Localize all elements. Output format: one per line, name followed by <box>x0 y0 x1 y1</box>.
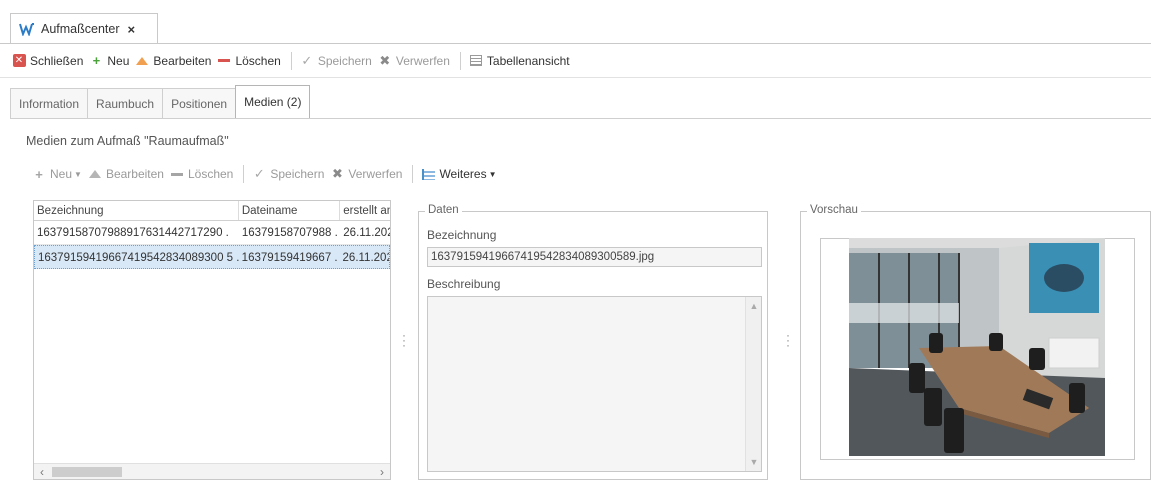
plus-icon: + <box>92 53 101 68</box>
close-icon[interactable]: × <box>128 22 136 37</box>
scroll-left-icon[interactable]: ‹ <box>34 464 50 479</box>
chevron-down-icon: ▼ <box>74 169 82 179</box>
scroll-down-icon[interactable]: ▼ <box>746 457 762 467</box>
close-button[interactable]: ✕ Schließen <box>10 49 87 73</box>
description-textarea[interactable]: ▲ ▼ <box>427 296 762 472</box>
minus-icon <box>170 167 184 181</box>
new-button[interactable]: + Neu <box>87 49 133 73</box>
tab-raumbuch[interactable]: Raumbuch <box>87 88 164 118</box>
edit-button[interactable]: Bearbeiten <box>133 49 215 73</box>
more-button[interactable]: Weiteres ▼ <box>419 162 500 186</box>
splitter-handle[interactable]: · · · <box>785 329 791 351</box>
delete-button[interactable]: Löschen <box>215 49 284 73</box>
column-header-erstellt-an[interactable]: erstellt an <box>340 201 390 220</box>
column-header-dateiname[interactable]: Dateiname <box>239 201 341 220</box>
media-new-button[interactable]: + Neu ▼ <box>30 162 86 186</box>
vertical-scrollbar[interactable]: ▲ ▼ <box>745 297 761 471</box>
table-row[interactable]: 16379158707988917631442717290 . 16379158… <box>34 221 390 245</box>
data-group-title: Daten <box>425 204 462 216</box>
tab-information[interactable]: Information <box>10 88 89 118</box>
detail-tabs: Information Raumbuch Positionen Medien (… <box>10 85 311 118</box>
discard-x-icon: ✖ <box>331 166 343 181</box>
more-list-icon <box>421 167 435 181</box>
media-edit-button[interactable]: Bearbeiten <box>86 162 168 186</box>
table-row-selected[interactable]: 16379159419667419542834089300 5 . 163791… <box>34 245 390 269</box>
plus-icon: + <box>35 166 43 182</box>
edit-up-icon <box>88 167 102 181</box>
cell-bezeichnung: 16379159419667419542834089300 5 . <box>38 252 239 264</box>
preview-image[interactable] <box>849 238 1105 456</box>
horizontal-scrollbar[interactable]: ‹ › <box>34 463 390 479</box>
table-view-button[interactable]: Tabellenansicht <box>467 49 574 73</box>
name-field[interactable]: 16379159419667419542834089300589.jpg <box>427 247 762 267</box>
section-title: Medien zum Aufmaß "Raumaufmaß" <box>26 134 229 148</box>
cell-dateiname: 16379159419667 . <box>241 252 338 264</box>
toolbar-separator <box>243 165 245 183</box>
minus-icon <box>217 54 231 68</box>
media-discard-button[interactable]: ✖ Verwerfen <box>328 162 406 186</box>
main-toolbar: ✕ Schließen + Neu Bearbeiten Löschen ✓ S… <box>0 44 1151 78</box>
edit-up-icon <box>135 54 149 68</box>
name-label: Bezeichnung <box>427 228 497 242</box>
description-label: Beschreibung <box>427 277 501 291</box>
scroll-up-icon[interactable]: ▲ <box>746 301 762 311</box>
splitter-handle[interactable]: · · · <box>401 329 407 351</box>
media-delete-button[interactable]: Löschen <box>168 162 237 186</box>
app-logo-icon <box>19 23 34 36</box>
toolbar-separator <box>459 51 461 70</box>
toolbar-separator <box>290 51 292 70</box>
check-icon: ✓ <box>253 166 265 181</box>
cell-dateiname: 16379158707988 . <box>241 227 338 239</box>
grid-header: Bezeichnung Dateiname erstellt an <box>34 201 390 221</box>
scroll-thumb[interactable] <box>52 467 122 477</box>
check-icon: ✓ <box>301 52 313 68</box>
cell-erstellt-an: 26.11.2021 <box>342 252 389 264</box>
column-header-bezeichnung[interactable]: Bezeichnung <box>34 201 239 220</box>
cell-erstellt-an: 26.11.2021 <box>343 227 390 239</box>
media-grid: Bezeichnung Dateiname erstellt an 163791… <box>33 200 391 480</box>
table-icon <box>469 54 483 68</box>
doc-tab-aufmasscenter[interactable]: Aufmaßcenter × <box>10 13 158 44</box>
discard-x-icon: ✖ <box>379 52 391 68</box>
toolbar-separator <box>412 165 414 183</box>
scroll-right-icon[interactable]: › <box>374 464 390 479</box>
media-save-button[interactable]: ✓ Speichern <box>250 162 328 186</box>
tab-positionen[interactable]: Positionen <box>162 88 237 118</box>
save-button[interactable]: ✓ Speichern <box>298 49 376 73</box>
media-toolbar: + Neu ▼ Bearbeiten Löschen ✓ Speichern ✖… <box>30 163 501 185</box>
tabs-divider <box>10 118 1151 119</box>
tab-medien[interactable]: Medien (2) <box>235 85 311 118</box>
document-tab-strip: Aufmaßcenter × <box>0 0 1151 44</box>
chevron-down-icon: ▼ <box>488 169 497 179</box>
preview-group-title: Vorschau <box>807 204 861 216</box>
close-square-icon: ✕ <box>12 54 26 68</box>
discard-button[interactable]: ✖ Verwerfen <box>376 49 454 73</box>
doc-tab-title: Aufmaßcenter <box>41 22 120 36</box>
cell-bezeichnung: 16379158707988917631442717290 . <box>37 227 229 239</box>
data-group: Daten Bezeichnung 1637915941966741954283… <box>418 204 768 480</box>
